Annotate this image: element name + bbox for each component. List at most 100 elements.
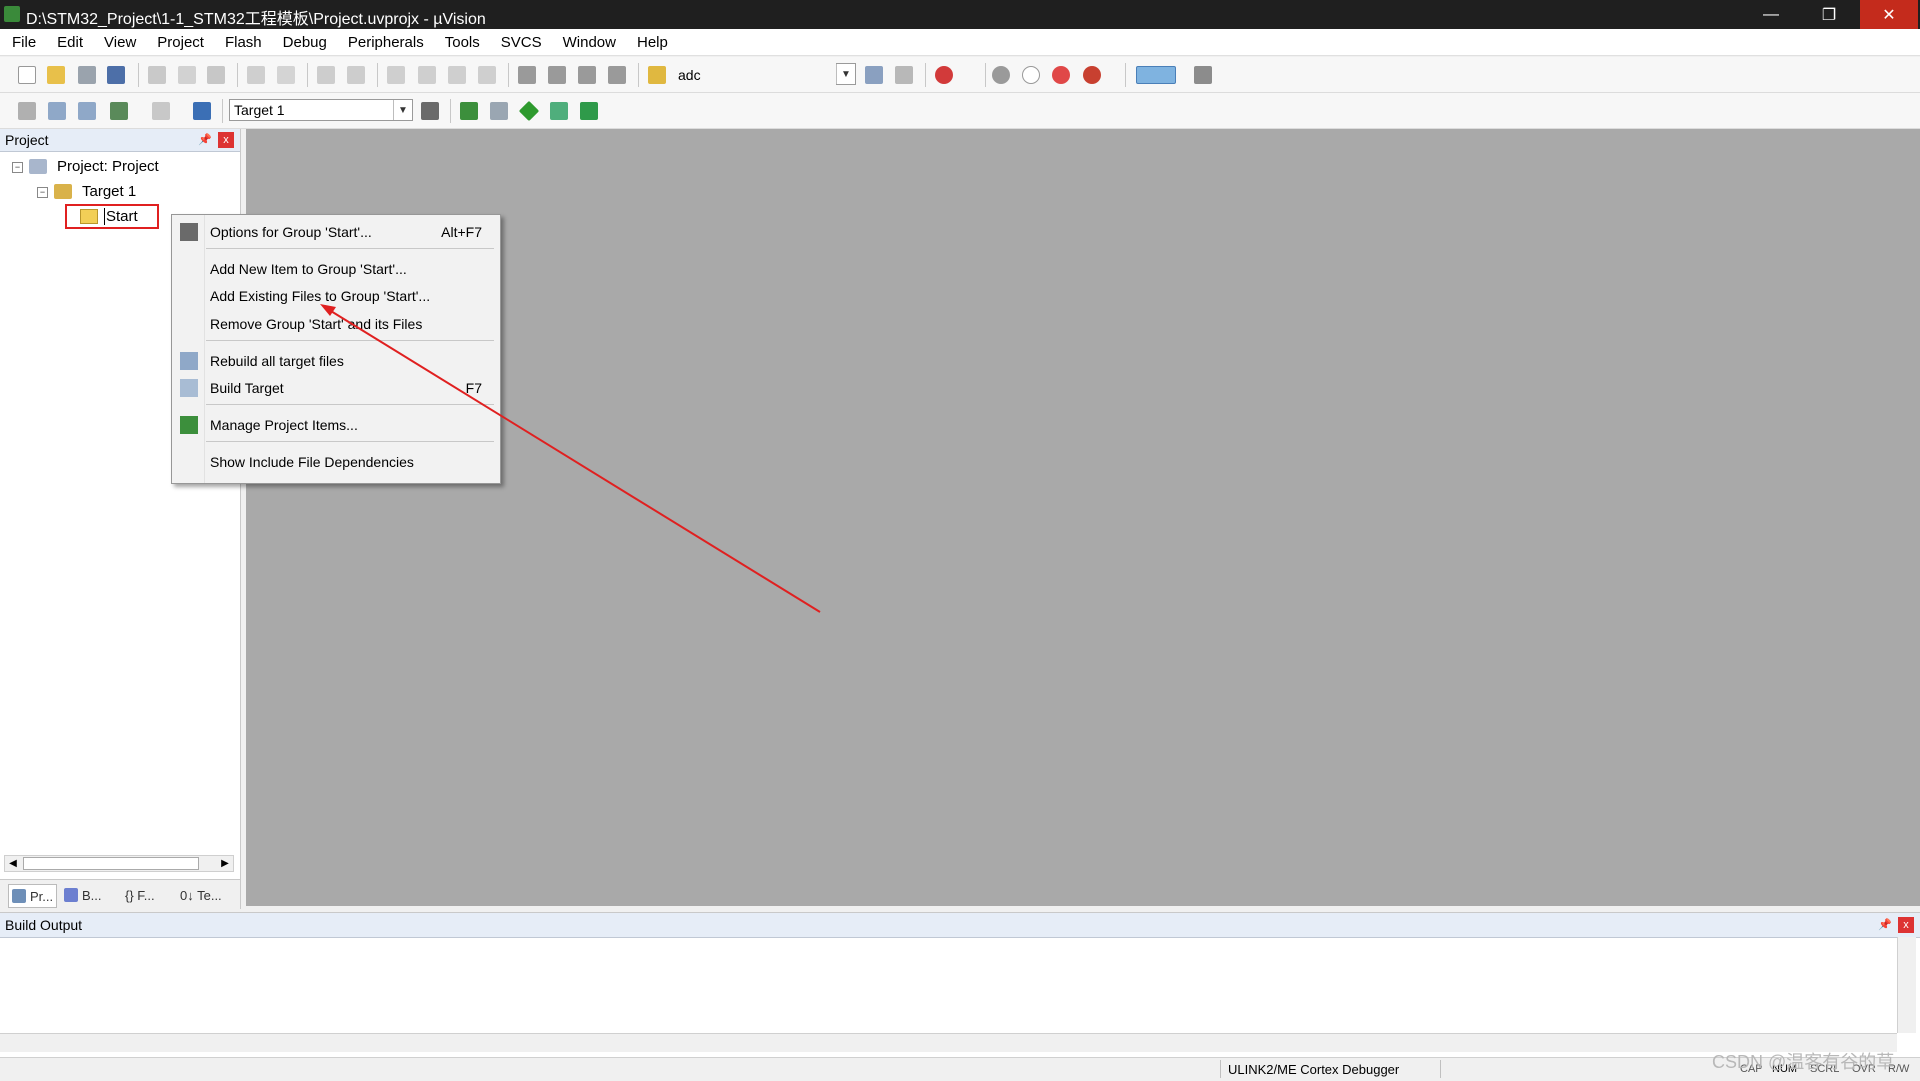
- insert-breakpoint-icon[interactable]: [992, 66, 1010, 84]
- build-output-vertical-scrollbar[interactable]: [1897, 937, 1916, 1033]
- stop-build-icon[interactable]: [152, 102, 170, 120]
- menu-peripherals[interactable]: Peripherals: [336, 34, 433, 51]
- prev-bookmark-icon[interactable]: [418, 66, 436, 84]
- menu-item-label: Add Existing Files to Group 'Start'...: [210, 288, 431, 304]
- menu-view[interactable]: View: [92, 34, 145, 51]
- paste-icon[interactable]: [207, 66, 225, 84]
- scroll-right-icon[interactable]: ▶: [217, 856, 233, 871]
- select-packs-icon[interactable]: [550, 102, 568, 120]
- window-title: D:\STM32_Project\1-1_STM32工程模板\Project.u…: [26, 11, 486, 28]
- find-in-files-icon[interactable]: [648, 66, 666, 84]
- download-load-icon[interactable]: [193, 102, 211, 120]
- navigate-forward-icon[interactable]: [347, 66, 365, 84]
- menu-tools[interactable]: Tools: [433, 34, 489, 51]
- menu-edit[interactable]: Edit: [45, 34, 92, 51]
- rebuild-icon[interactable]: [78, 102, 96, 120]
- enable-breakpoint-icon[interactable]: [1022, 66, 1040, 84]
- window-layout-icon[interactable]: [1136, 66, 1176, 84]
- menu-debug[interactable]: Debug: [271, 34, 336, 51]
- clear-bookmarks-icon[interactable]: [478, 66, 496, 84]
- menu-item-label: Options for Group 'Start'...: [210, 224, 372, 240]
- indent-icon[interactable]: [518, 66, 536, 84]
- menu-svcs[interactable]: SVCS: [489, 34, 551, 51]
- cut-icon[interactable]: [148, 66, 166, 84]
- tree-project-root[interactable]: Project: Project: [57, 158, 159, 175]
- tab-books[interactable]: B...: [64, 884, 102, 906]
- collapse-project-icon[interactable]: −: [12, 162, 23, 173]
- save-icon[interactable]: [78, 66, 96, 84]
- unindent-icon[interactable]: [548, 66, 566, 84]
- project-panel-tabs: Pr... B... {} F... 0↓ Te...: [0, 879, 240, 910]
- options-wand-icon: [180, 223, 198, 241]
- comment-icon[interactable]: [578, 66, 596, 84]
- collapse-target-icon[interactable]: −: [37, 187, 48, 198]
- status-bar: ULINK2/ME Cortex Debugger CAP NUM SCRL O…: [0, 1057, 1920, 1081]
- build-icon[interactable]: [48, 102, 66, 120]
- file-toolbar: adc ▼: [0, 57, 1920, 93]
- copy-icon[interactable]: [178, 66, 196, 84]
- menu-window[interactable]: Window: [551, 34, 625, 51]
- chevron-down-icon: ▼: [393, 100, 412, 120]
- project-icon: [29, 159, 47, 174]
- manage-project-items-icon: [180, 416, 198, 434]
- tab-project[interactable]: Pr...: [8, 884, 58, 908]
- group-context-menu: Options for Group 'Start'... Alt+F7 Add …: [171, 214, 501, 484]
- pack-installer-icon[interactable]: [518, 100, 540, 122]
- menu-manage-project-items[interactable]: Manage Project Items...: [172, 412, 498, 438]
- uncomment-icon[interactable]: [608, 66, 626, 84]
- menu-add-new-item[interactable]: Add New Item to Group 'Start'...: [172, 256, 498, 282]
- menu-project[interactable]: Project: [145, 34, 213, 51]
- disable-breakpoints-icon[interactable]: [1052, 66, 1070, 84]
- target-select[interactable]: Target 1 ▼: [229, 99, 413, 121]
- redo-icon[interactable]: [277, 66, 295, 84]
- close-panel-button[interactable]: x: [218, 132, 234, 148]
- manage-project-items-icon[interactable]: [460, 102, 478, 120]
- menu-help[interactable]: Help: [625, 34, 677, 51]
- menu-flash[interactable]: Flash: [213, 34, 271, 51]
- tree-horizontal-scrollbar[interactable]: ◀ ▶: [4, 855, 234, 872]
- menu-rebuild-all[interactable]: Rebuild all target files: [172, 348, 498, 374]
- new-file-icon[interactable]: [18, 66, 36, 84]
- menu-remove-group[interactable]: Remove Group 'Start' and its Files: [172, 311, 498, 337]
- books-icon: [64, 888, 78, 902]
- menu-file[interactable]: File: [0, 34, 45, 51]
- debug-session-icon[interactable]: [935, 66, 953, 84]
- menu-item-label: Build Target: [210, 380, 284, 396]
- tab-functions-label: {} F...: [125, 887, 155, 903]
- tree-target-1[interactable]: Target 1: [82, 183, 136, 200]
- find-dropdown[interactable]: ▼: [836, 63, 856, 85]
- options-for-target-icon[interactable]: [421, 102, 439, 120]
- undo-icon[interactable]: [247, 66, 265, 84]
- scroll-left-icon[interactable]: ◀: [5, 856, 21, 871]
- next-bookmark-icon[interactable]: [448, 66, 466, 84]
- open-file-icon[interactable]: [47, 66, 65, 84]
- incremental-find-icon[interactable]: [895, 66, 913, 84]
- find-icon[interactable]: [865, 66, 883, 84]
- tree-group-start[interactable]: Start: [104, 208, 138, 225]
- translate-icon[interactable]: [18, 102, 36, 120]
- save-all-icon[interactable]: [107, 66, 125, 84]
- project-panel-title: Project: [5, 132, 49, 148]
- manage-rte-icon[interactable]: [580, 102, 598, 120]
- configure-tools-icon[interactable]: [1194, 66, 1212, 84]
- menu-build-target[interactable]: Build Target F7: [172, 375, 498, 401]
- scroll-thumb[interactable]: [23, 857, 199, 870]
- restore-button[interactable]: ❐: [1800, 0, 1858, 29]
- minimize-button[interactable]: —: [1742, 0, 1800, 29]
- navigate-back-icon[interactable]: [317, 66, 335, 84]
- close-window-button[interactable]: ✕: [1860, 0, 1918, 29]
- close-build-output-button[interactable]: x: [1898, 917, 1914, 933]
- build-output-horizontal-scrollbar[interactable]: [0, 1033, 1897, 1052]
- menu-item-label: Remove Group 'Start' and its Files: [210, 316, 423, 332]
- tab-templates[interactable]: 0↓ Te...: [180, 884, 222, 906]
- pin-icon[interactable]: 📌: [198, 133, 212, 146]
- bookmark-icon[interactable]: [387, 66, 405, 84]
- pin-icon[interactable]: 📌: [1878, 918, 1892, 931]
- kill-breakpoints-icon[interactable]: [1083, 66, 1101, 84]
- menu-add-existing-files[interactable]: Add Existing Files to Group 'Start'...: [172, 283, 498, 309]
- menu-show-include-dependencies[interactable]: Show Include File Dependencies: [172, 449, 498, 475]
- batch-build-icon[interactable]: [110, 102, 128, 120]
- file-extensions-icon[interactable]: [490, 102, 508, 120]
- tab-functions[interactable]: {} F...: [125, 884, 155, 906]
- menu-options-for-group[interactable]: Options for Group 'Start'... Alt+F7: [172, 219, 498, 245]
